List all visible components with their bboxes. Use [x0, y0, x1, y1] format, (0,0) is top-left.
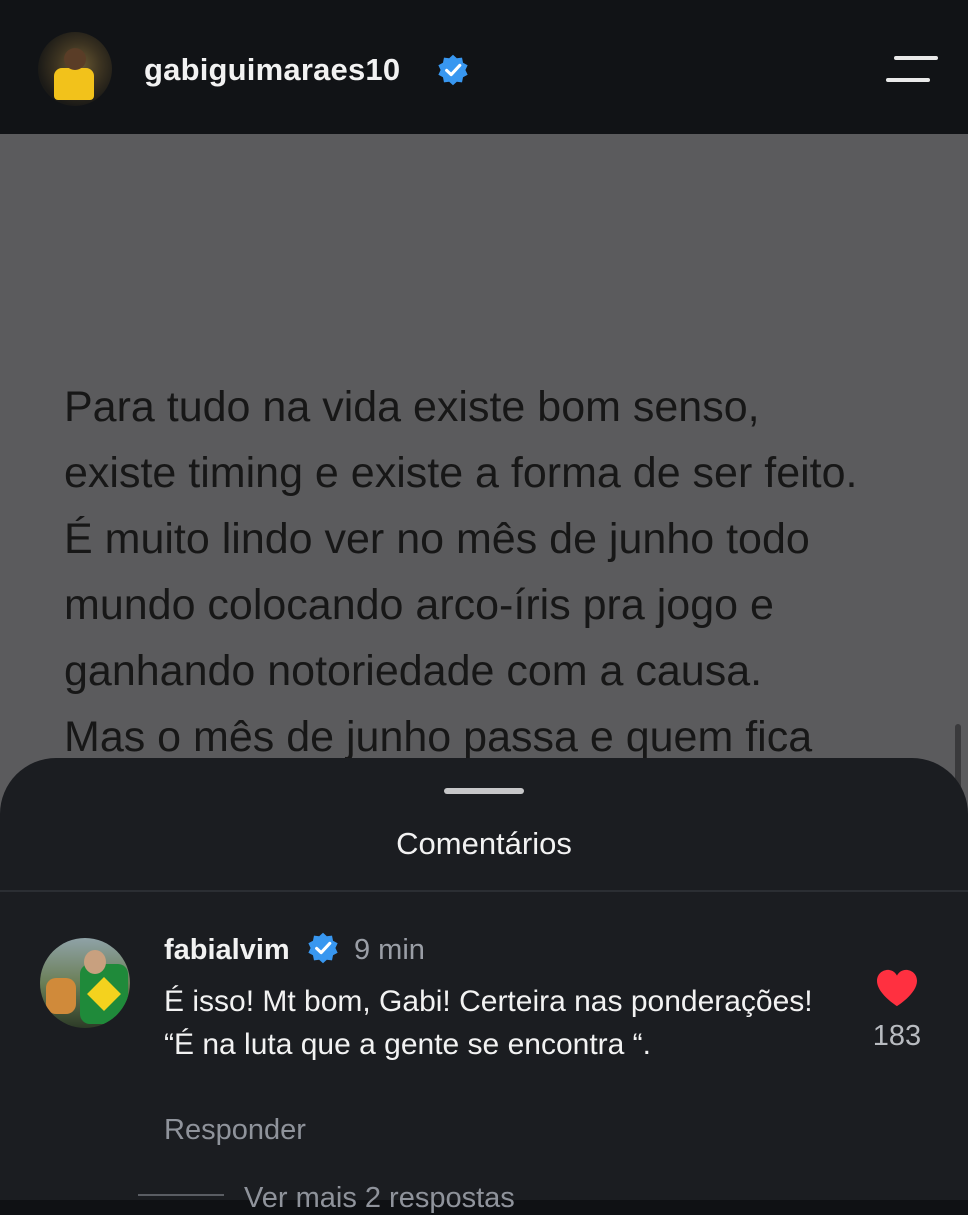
comment-username[interactable]: fabialvim: [164, 934, 290, 967]
view-more-replies-button[interactable]: Ver mais 2 respostas: [244, 1182, 515, 1215]
comments-sheet: Comentários fabialvim 9 min É isso! Mt b…: [0, 758, 968, 1214]
comment-text: É isso! Mt bom, Gabi! Certeira nas ponde…: [164, 985, 813, 1061]
post-username[interactable]: gabiguimaraes10: [144, 52, 400, 88]
reply-button[interactable]: Responder: [164, 1114, 306, 1147]
like-count: 183: [872, 1020, 922, 1052]
post-text: Para tudo na vida existe bom senso, exis…: [64, 383, 858, 761]
heart-icon[interactable]: [874, 968, 920, 1008]
divider: [0, 890, 968, 892]
drag-handle[interactable]: [444, 788, 524, 794]
comments-title: Comentários: [396, 826, 572, 861]
menu-icon[interactable]: [884, 54, 940, 84]
verified-badge-icon: [308, 932, 338, 964]
avatar[interactable]: [38, 32, 112, 106]
replies-divider: [138, 1194, 224, 1196]
comment-time: 9 min: [354, 934, 425, 966]
post-header: gabiguimaraes10: [0, 0, 968, 134]
verified-badge-icon: [438, 54, 468, 86]
comment-avatar[interactable]: [40, 938, 130, 1028]
